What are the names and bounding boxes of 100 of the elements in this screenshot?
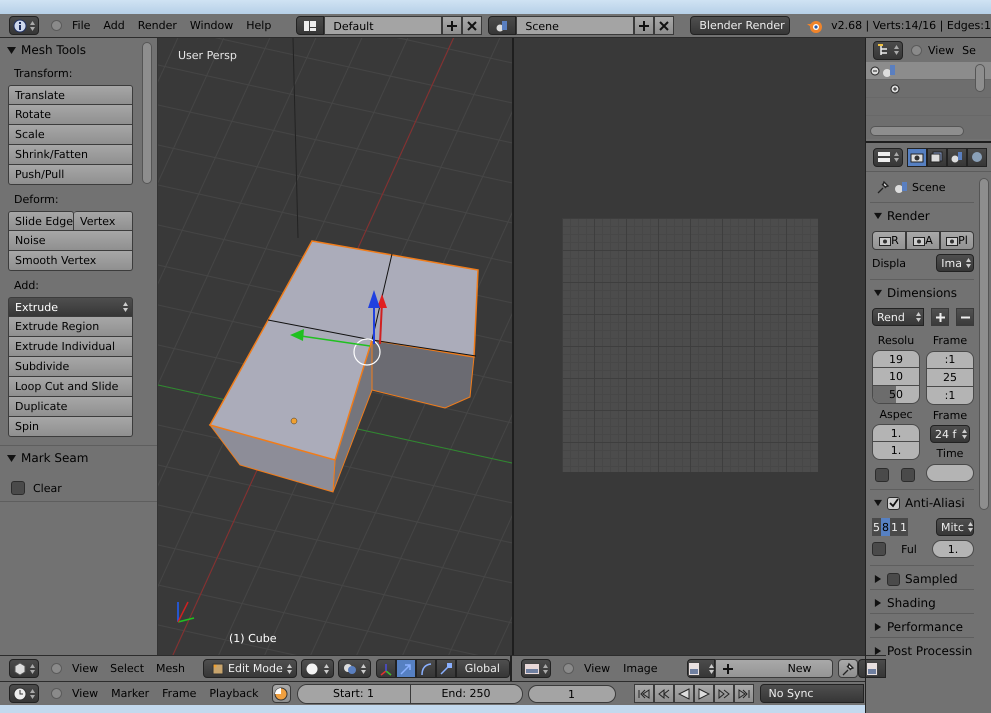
layout-name-field[interactable]: Default [324,16,442,35]
checkbox[interactable] [11,481,25,495]
tool-button[interactable]: Slide Edge [8,211,74,231]
resolution-field[interactable]: 10 [872,368,920,386]
shading-dropdown[interactable] [300,659,334,678]
panel-title[interactable]: Anti-Aliasi [905,496,965,510]
render-button[interactable]: R [872,231,906,250]
tool-button[interactable]: Scale [8,125,133,145]
tool-button[interactable]: Noise [8,231,133,251]
3d-viewport[interactable]: User Persp (1) Cube [158,38,514,655]
manipulator-toggle[interactable] [376,659,396,678]
extrude-dropdown[interactable]: Extrude [8,297,133,317]
pin-button[interactable] [838,659,858,678]
frame-field[interactable]: 25 [926,368,974,387]
delete-button[interactable] [462,16,482,35]
sample-button[interactable]: 1 [899,518,908,536]
editor-type-button[interactable] [521,659,551,678]
tool-button[interactable]: Rotate [8,105,133,125]
render-engine-dropdown[interactable]: Blender Render [690,16,790,35]
panel-title[interactable]: Shading [887,596,936,610]
panel-title[interactable]: Sampled [905,572,958,586]
render-button[interactable]: Pl [940,231,974,250]
add-button[interactable] [442,16,462,35]
collapse-icon[interactable] [870,66,880,76]
menu-item[interactable]: Add [103,19,125,32]
properties-tab[interactable] [947,148,967,166]
editor-type-button[interactable] [9,659,39,678]
current-frame-field[interactable]: 1 [528,684,616,702]
tool-button[interactable]: Vertex [74,211,133,231]
tool-button[interactable]: Duplicate [8,397,133,417]
scrollbar[interactable] [975,64,985,92]
tool-button[interactable]: Push/Pull [8,165,133,185]
tool-button[interactable]: Smooth Vertex [8,251,133,271]
panel-title[interactable]: Mesh Tools [21,43,86,57]
editor-type-button[interactable] [9,16,39,35]
new-image-button[interactable]: New [714,659,833,678]
checkbox[interactable] [901,468,915,482]
frame-rate-dropdown[interactable]: 24 f [930,425,970,444]
panel-title[interactable]: Post Processin [887,644,972,658]
editor-type-button[interactable] [873,40,903,60]
menu-item[interactable]: View [928,44,954,56]
menu-item[interactable]: Help [246,19,272,32]
jump-end-button[interactable] [734,684,754,703]
jump-start-button[interactable] [634,684,654,703]
play-button[interactable] [694,684,714,703]
disclosure-icon[interactable] [7,454,16,462]
menu-item[interactable]: Marker [111,687,150,700]
scene-browse-button[interactable] [488,16,516,35]
menu-item[interactable]: Window [190,19,234,32]
frame-field[interactable]: :1 [926,350,974,369]
tool-button[interactable]: Extrude Individual [8,337,133,357]
play-reverse-button[interactable] [674,684,694,703]
menu-item[interactable]: View [72,687,98,700]
sample-button[interactable]: 1 [890,518,899,536]
pivot-dropdown[interactable] [338,659,371,678]
checkbox[interactable] [887,572,900,586]
scrollbar[interactable] [870,126,964,136]
add-button[interactable] [634,16,654,35]
disclosure-icon[interactable] [7,46,16,54]
tool-button[interactable]: Translate [8,85,133,105]
preset-dropdown[interactable]: Rend [872,308,924,326]
panel-title[interactable]: Mark Seam [21,451,88,465]
manipulator-toggle[interactable] [396,659,416,678]
menu-item[interactable]: Mesh [156,662,186,675]
tool-button[interactable]: Subdivide [8,357,133,377]
checkbox[interactable] [887,496,900,510]
sample-button[interactable]: 5 [872,518,881,536]
properties-tab[interactable] [927,148,947,166]
filter-dropdown[interactable]: Mitc [936,518,974,536]
disclosure-icon[interactable] [874,623,882,631]
properties-tab[interactable] [967,148,987,166]
menu-item[interactable]: Playback [209,687,259,700]
disclosure-icon[interactable] [874,212,882,220]
orientation-dropdown[interactable]: Global [456,659,510,678]
next-keyframe-button[interactable] [714,684,734,703]
keyframe-button[interactable] [272,684,291,703]
manipulator-toggle[interactable] [436,659,456,678]
sync-dropdown[interactable]: No Sync [760,684,864,703]
frame-field[interactable]: :1 [926,386,974,405]
previous-keyframe-button[interactable] [654,684,674,703]
disclosure-icon[interactable] [874,575,882,583]
disclosure-icon[interactable] [874,499,882,507]
image-browse-button[interactable] [858,659,886,678]
menu-item[interactable]: View [72,662,98,675]
filter-size-field[interactable]: 1. [932,540,974,558]
tool-button[interactable]: Loop Cut and Slide [8,377,133,397]
scrollbar[interactable] [979,178,989,510]
image-browse-button[interactable] [686,659,715,678]
panel-title[interactable]: Dimensions [887,286,958,300]
checkbox[interactable] [875,468,889,482]
render-button[interactable]: A [906,231,940,250]
tool-button[interactable]: Extrude Region [8,317,133,337]
transform-manipulator[interactable] [290,290,387,366]
tool-button[interactable]: Shrink/Fatten [8,145,133,165]
menu-item[interactable]: File [72,19,90,32]
panel-title[interactable]: Render [887,209,930,223]
scrollbar[interactable] [142,42,152,184]
resolution-field[interactable]: 19 [872,350,920,368]
menu-item[interactable]: Image [623,662,658,675]
panel-title[interactable]: Performance [887,620,964,634]
